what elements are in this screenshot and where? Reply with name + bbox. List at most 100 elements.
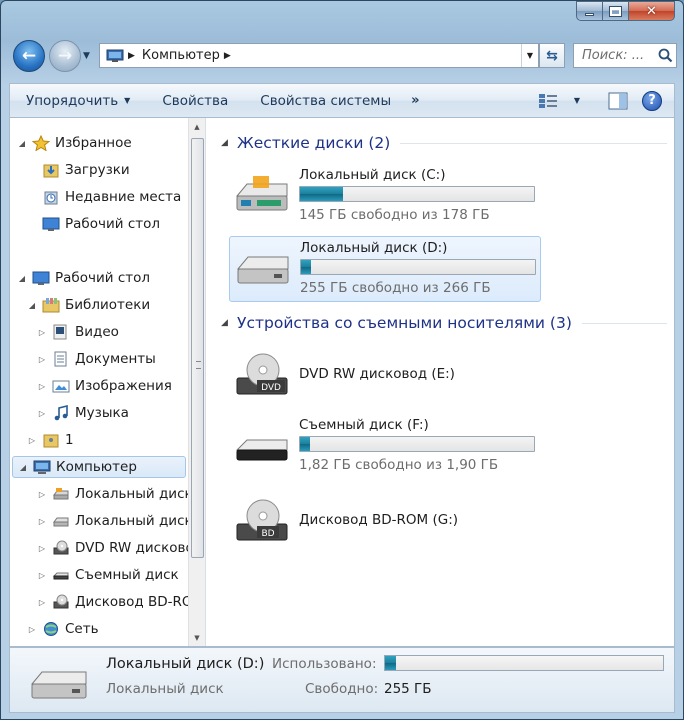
tree-computer[interactable]: ◢ Компьютер	[12, 456, 186, 478]
preview-pane-icon[interactable]	[608, 92, 628, 110]
minimize-icon	[585, 12, 594, 16]
svg-text:BD: BD	[261, 529, 274, 539]
back-button[interactable]: ←	[13, 40, 45, 72]
tree-video[interactable]: ▷ Видео	[36, 321, 119, 343]
expand-icon[interactable]: ▷	[36, 571, 48, 580]
properties-button[interactable]: Свойства	[146, 93, 244, 109]
tree-drive-f[interactable]: ▷ Съемный диск	[36, 564, 179, 586]
tree-downloads[interactable]: Загрузки	[26, 159, 130, 181]
address-dropdown-button[interactable]: ▼	[521, 44, 538, 67]
search-input[interactable]: Поиск: ...	[573, 43, 677, 68]
collapse-icon[interactable]: ◢	[17, 463, 29, 472]
drive-tile-g[interactable]: BD Дисковод BD-ROM (G:)	[229, 488, 541, 554]
refresh-icon: ⇆	[546, 47, 558, 64]
tree-favorites[interactable]: ◢ Избранное	[16, 132, 132, 154]
tree-label: Съемный диск	[75, 567, 179, 583]
recent-pages-dropdown[interactable]: ▼	[83, 51, 90, 61]
tree-recent-places[interactable]: Недавние места	[26, 186, 181, 208]
tree-drive-e[interactable]: ▷ DVD RW дисковод	[36, 537, 203, 559]
usage-bar-fill	[300, 437, 310, 451]
system-properties-button[interactable]: Свойства системы	[244, 93, 407, 109]
group-title: Устройства со съемными носителями (3)	[237, 314, 572, 332]
desktop-icon	[32, 271, 50, 285]
group-header-removable[interactable]: ◢ Устройства со съемными носителями (3)	[221, 314, 667, 332]
documents-library-icon	[54, 351, 67, 367]
tree-drive-c[interactable]: ▷ Локальный диск	[36, 483, 193, 505]
nav-pane-scrollbar[interactable]: ▲ ▼	[188, 118, 205, 646]
pictures-library-icon	[52, 380, 70, 393]
breadcrumb-separator-icon[interactable]: ▶	[128, 51, 135, 61]
tree-drive-g[interactable]: ▷ Дисковод BD-ROM	[36, 591, 204, 613]
forward-button[interactable]: →	[49, 40, 81, 72]
tree-drive-d[interactable]: ▷ Локальный диск	[36, 510, 193, 532]
collapse-group-icon[interactable]: ◢	[221, 138, 237, 148]
collapse-group-icon[interactable]: ◢	[221, 318, 237, 328]
expand-icon[interactable]: ▷	[36, 517, 48, 526]
drive-tile-c[interactable]: Локальный диск (C:) 145 ГБ свободно из 1…	[229, 164, 541, 230]
maximize-button[interactable]	[603, 1, 629, 21]
expand-icon[interactable]: ▷	[36, 328, 48, 337]
expand-icon[interactable]: ▷	[36, 490, 48, 499]
free-space-text: 255 ГБ свободно из 266 ГБ	[300, 280, 491, 296]
details-usage-bar	[384, 655, 664, 671]
group-header-hard-disks[interactable]: ◢ Жесткие диски (2)	[221, 134, 667, 152]
tree-network[interactable]: ▷ Сеть	[26, 618, 99, 640]
help-button[interactable]: ?	[642, 90, 662, 111]
collapse-icon[interactable]: ◢	[16, 274, 28, 283]
computer-icon	[33, 460, 51, 474]
system-drive-icon	[53, 488, 69, 500]
breadcrumb-chevron-icon[interactable]: ▶	[224, 51, 231, 61]
removable-drive-icon	[235, 439, 288, 461]
expand-icon[interactable]: ▷	[36, 598, 48, 607]
expand-icon[interactable]: ▷	[26, 625, 38, 634]
breadcrumb-computer[interactable]: Компьютер	[142, 48, 220, 63]
minimize-button[interactable]	[576, 1, 603, 21]
tree-label: Библиотеки	[65, 297, 151, 313]
collapse-icon[interactable]: ◢	[26, 301, 38, 310]
tree-label: 1	[65, 432, 74, 448]
tree-folder-1[interactable]: ▷ 1	[26, 429, 74, 451]
usage-bar	[299, 186, 535, 202]
tree-music[interactable]: ▷ Музыка	[36, 402, 129, 424]
grip-icon	[196, 361, 201, 369]
search-icon[interactable]	[656, 46, 676, 66]
view-options-chevron-icon[interactable]: ▼	[574, 96, 580, 105]
tree-desktop-favorite[interactable]: Рабочий стол	[26, 213, 160, 235]
refresh-button[interactable]: ⇆	[539, 43, 565, 68]
drive-tile-e[interactable]: DVD DVD RW дисковод (E:)	[229, 342, 541, 408]
close-button[interactable]: ✕	[629, 1, 675, 21]
expand-icon[interactable]: ▷	[36, 355, 48, 364]
expand-icon[interactable]: ▷	[36, 544, 48, 553]
tree-images[interactable]: ▷ Изображения	[36, 375, 172, 397]
tree-label: Музыка	[75, 405, 129, 421]
dvd-drive-icon: DVD	[236, 353, 288, 395]
maximize-icon	[609, 5, 622, 17]
star-icon	[32, 135, 50, 151]
organize-menu[interactable]: Упорядочить ▼	[10, 93, 146, 109]
drive-tile-d[interactable]: Локальный диск (D:) 255 ГБ свободно из 2…	[229, 236, 541, 302]
details-subtitle: Локальный диск	[106, 681, 224, 697]
expand-icon[interactable]: ▷	[26, 436, 38, 445]
details-title: Локальный диск (D:)	[106, 656, 265, 672]
address-bar[interactable]: ▶ Компьютер ▶ ▼	[99, 43, 539, 68]
scroll-down-icon[interactable]: ▼	[189, 629, 205, 646]
help-icon: ?	[648, 93, 656, 108]
tree-libraries[interactable]: ◢ Библиотеки	[26, 294, 150, 316]
expand-icon[interactable]: ▷	[36, 409, 48, 418]
drive-tile-f[interactable]: Съемный диск (F:) 1,82 ГБ свободно из 1,…	[229, 414, 541, 480]
more-commands-button[interactable]: »	[411, 93, 419, 108]
expand-icon[interactable]: ▷	[36, 382, 48, 391]
scroll-thumb[interactable]	[191, 138, 204, 558]
change-view-icon[interactable]	[538, 93, 560, 109]
navigation-pane: ◢ Избранное Загрузки Недавние места Рабо…	[10, 118, 206, 646]
search-placeholder: Поиск: ...	[582, 48, 645, 63]
scroll-up-icon[interactable]: ▲	[189, 118, 205, 135]
drive-name: DVD RW дисковод (E:)	[299, 366, 455, 382]
tree-documents[interactable]: ▷ Документы	[36, 348, 156, 370]
tree-desktop[interactable]: ◢ Рабочий стол	[16, 267, 150, 289]
usage-bar	[299, 436, 535, 452]
system-properties-label: Свойства системы	[260, 92, 392, 109]
collapse-icon[interactable]: ◢	[16, 139, 28, 148]
explorer-window: ✕ ← → ▼ ▶ Компьютер ▶ ▼ ⇆ Поиск: ... Упо…	[0, 0, 684, 720]
used-label: Использовано:	[272, 656, 377, 672]
